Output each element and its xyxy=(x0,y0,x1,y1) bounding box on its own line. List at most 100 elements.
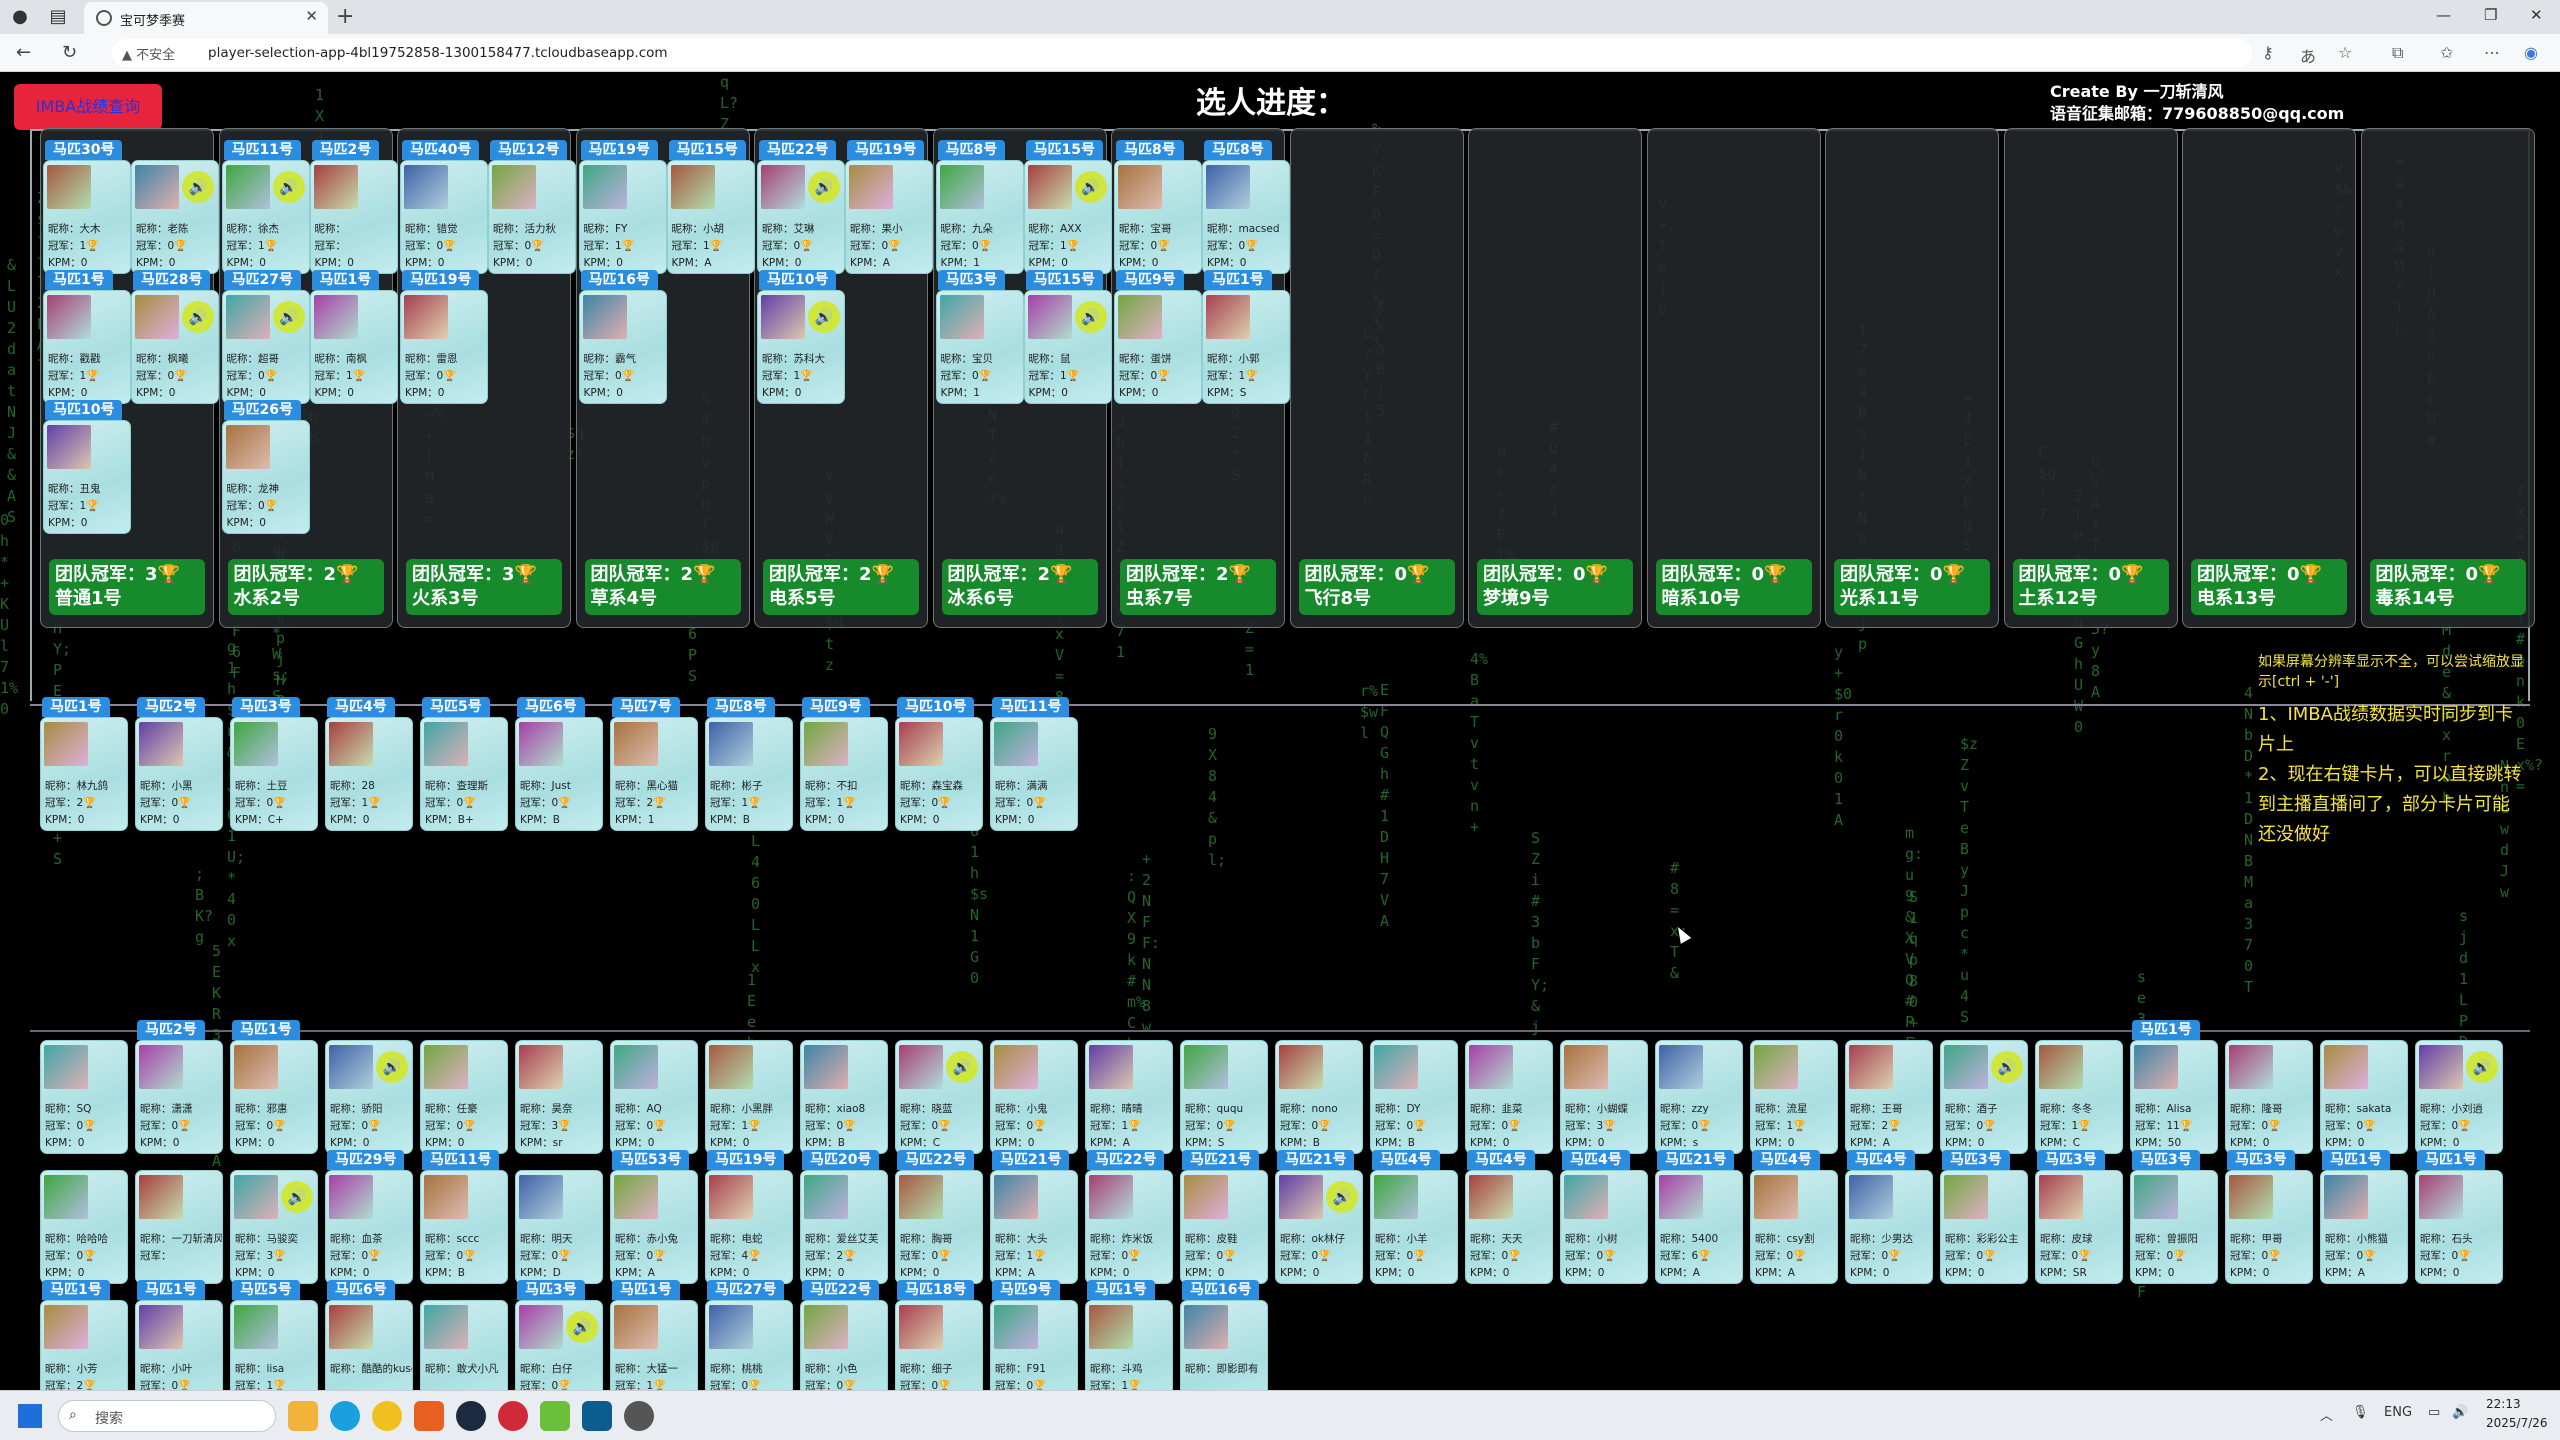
tab-actions-icon[interactable]: ▤ xyxy=(44,3,72,31)
player-card[interactable]: 昵称：天天 冠军：0🏆 KPM：0 xyxy=(1465,1170,1553,1284)
player-card[interactable]: 🔊 昵称：马骏奕 冠军：3🏆 KPM：0 xyxy=(230,1170,318,1284)
key-icon[interactable]: ⚷ xyxy=(2262,43,2274,62)
player-card[interactable]: 昵称：小黑 冠军：0🏆 KPM：0 xyxy=(135,717,223,831)
player-card[interactable]: 昵称：雷恩 冠军：0🏆 KPM：0 xyxy=(400,290,488,404)
player-card[interactable]: 昵称：小色 冠军：0🏆 xyxy=(800,1300,888,1390)
player-card[interactable]: 昵称：细子 冠军：0🏆 xyxy=(895,1300,983,1390)
player-card[interactable]: 昵称：即影即有 xyxy=(1180,1300,1268,1390)
speaker-icon[interactable]: 🔊 xyxy=(1074,171,1107,203)
volume-icon[interactable]: 🔊 xyxy=(2452,1405,2468,1420)
speaker-icon[interactable]: 🔊 xyxy=(272,301,305,333)
player-card[interactable]: 昵称：森宝森 冠军：0🏆 KPM：0 xyxy=(895,717,983,831)
player-card[interactable]: 昵称：桃桃 冠军：0🏆 xyxy=(705,1300,793,1390)
player-card[interactable]: 昵称：酷酷的kusoo xyxy=(325,1300,413,1390)
player-card[interactable]: 昵称：xiao8 冠军：0🏆 KPM：B xyxy=(800,1040,888,1154)
player-card[interactable]: 昵称：csy割 冠军：0🏆 KPM：A xyxy=(1750,1170,1838,1284)
restore-icon[interactable]: ❐ xyxy=(2484,6,2497,24)
more-icon[interactable]: ⋯ xyxy=(2484,43,2500,62)
player-card[interactable]: 昵称：小蝴蝶 冠军：3🏆 KPM：0 xyxy=(1560,1040,1648,1154)
player-card[interactable]: 昵称：霸气 冠军：0🏆 KPM：0 xyxy=(578,290,667,404)
player-card[interactable]: 昵称：小郭 冠军：1🏆 KPM：S xyxy=(1202,290,1290,404)
player-card[interactable]: 昵称：彩彩公主 冠军：0🏆 KPM：0 xyxy=(1940,1170,2028,1284)
player-card[interactable]: 昵称：5400 冠军：6🏆 KPM：A xyxy=(1655,1170,1743,1284)
close-window-icon[interactable]: ✕ xyxy=(2530,6,2543,24)
browser-tab[interactable]: 宝可梦季赛 ✕ xyxy=(84,2,328,34)
player-card[interactable]: 🔊 昵称：酒子 冠军：0🏆 KPM：0 xyxy=(1940,1040,2028,1154)
player-card[interactable]: 昵称： 冠军： KPM：0 xyxy=(309,160,398,274)
player-card[interactable]: 昵称：少男达 冠军：0🏆 KPM：0 xyxy=(1845,1170,1933,1284)
app-icon[interactable] xyxy=(540,1401,570,1431)
player-card[interactable]: 🔊 昵称：鼠 冠军：1🏆 KPM：0 xyxy=(1023,290,1112,404)
player-card[interactable]: 昵称：哈哈哈 冠军：0🏆 KPM：0 xyxy=(40,1170,128,1284)
player-card[interactable]: 🔊 昵称：老陈 冠军：0🏆 KPM：0 xyxy=(131,160,219,274)
profile-icon[interactable]: ● xyxy=(6,3,34,31)
player-card[interactable]: 昵称：斗鸡 冠军：1🏆 xyxy=(1085,1300,1173,1390)
favorite-star-icon[interactable]: ☆ xyxy=(2338,43,2352,62)
language-indicator[interactable]: ENG xyxy=(2384,1405,2412,1420)
player-card[interactable]: 昵称：土豆 冠军：0🏆 KPM：C+ xyxy=(230,717,318,831)
player-card[interactable]: 昵称：FY 冠军：1🏆 KPM：0 xyxy=(578,160,667,274)
player-card[interactable]: 🔊 昵称：小刘逍 冠军：0🏆 KPM：0 xyxy=(2415,1040,2503,1154)
player-card[interactable]: 昵称：不扣 冠军：1🏆 KPM：0 xyxy=(800,717,888,831)
player-card[interactable]: 昵称：曾振阳 冠军：0🏆 KPM：0 xyxy=(2130,1170,2218,1284)
extensions-icon[interactable]: ⧉ xyxy=(2392,43,2403,63)
network-icon[interactable]: ▭ xyxy=(2428,1405,2440,1420)
reload-icon[interactable]: ↻ xyxy=(62,42,77,63)
player-card[interactable]: 昵称：明天 冠军：0🏆 KPM：D xyxy=(515,1170,603,1284)
player-card[interactable]: 昵称：昊奈 冠军：3🏆 KPM：sr xyxy=(515,1040,603,1154)
speaker-icon[interactable]: 🔊 xyxy=(946,1051,978,1083)
player-card[interactable]: 🔊 昵称：骄阳 冠军：0🏆 KPM：0 xyxy=(325,1040,413,1154)
app-icon[interactable] xyxy=(372,1401,402,1431)
player-card[interactable]: 昵称：冬冬 冠军：1🏆 KPM：C xyxy=(2035,1040,2123,1154)
back-icon[interactable]: ← xyxy=(16,42,31,63)
player-card[interactable]: 🔊 昵称：艾琳 冠军：0🏆 KPM：0 xyxy=(757,160,845,274)
player-card[interactable]: 🔊 昵称：白仔 冠军：0🏆 xyxy=(515,1300,603,1390)
player-card[interactable]: 🔊 昵称：枫曦 冠军：0🏆 KPM：0 xyxy=(131,290,219,404)
player-card[interactable]: 昵称：查理斯 冠军：0🏆 KPM：B+ xyxy=(420,717,508,831)
player-card[interactable]: 昵称：ququ 冠军：0🏆 KPM：S xyxy=(1180,1040,1268,1154)
player-card[interactable]: 昵称：小羊 冠军：0🏆 KPM：0 xyxy=(1370,1170,1458,1284)
speaker-icon[interactable]: 🔊 xyxy=(566,1311,598,1343)
app-icon[interactable] xyxy=(582,1401,612,1431)
player-card[interactable]: 昵称：满满 冠军：0🏆 KPM：0 xyxy=(990,717,1078,831)
player-card[interactable]: 🔊 昵称：超哥 冠军：0🏆 KPM：0 xyxy=(221,290,310,404)
player-card[interactable]: 昵称：28 冠军：1🏆 KPM：0 xyxy=(325,717,413,831)
player-card[interactable]: 昵称：炸米饭 冠军：0🏆 KPM：0 xyxy=(1085,1170,1173,1284)
player-card[interactable]: 昵称：戳戳 冠军：1🏆 KPM：0 xyxy=(43,290,131,404)
player-card[interactable]: 🔊 昵称：晓蓝 冠军：0🏆 KPM：C xyxy=(895,1040,983,1154)
player-card[interactable]: 昵称：爱丝艾芙 冠军：2🏆 KPM：0 xyxy=(800,1170,888,1284)
speaker-icon[interactable]: 🔊 xyxy=(1991,1051,2023,1083)
player-card[interactable]: 昵称：血茶 冠军：0🏆 KPM：0 xyxy=(325,1170,413,1284)
player-card[interactable]: 昵称：小鬼 冠军：0🏆 KPM：0 xyxy=(990,1040,1078,1154)
player-card[interactable]: 昵称：lisa 冠军：1🏆 xyxy=(230,1300,318,1390)
player-card[interactable]: 昵称：Just 冠军：0🏆 KPM：B xyxy=(515,717,603,831)
windows-start-icon[interactable] xyxy=(18,1404,42,1428)
player-card[interactable]: 昵称：电蛇 冠军：4🏆 KPM：0 xyxy=(705,1170,793,1284)
file-explorer-icon[interactable] xyxy=(288,1401,318,1431)
speaker-icon[interactable]: 🔊 xyxy=(182,171,214,203)
player-card[interactable]: 昵称：流星 冠军：1🏆 KPM：0 xyxy=(1750,1040,1838,1154)
player-card[interactable]: 昵称：大猛一 冠军：1🏆 xyxy=(610,1300,698,1390)
copilot-icon[interactable]: ◉ xyxy=(2524,43,2538,62)
player-card[interactable]: 昵称：南枫 冠军：1🏆 KPM：0 xyxy=(309,290,398,404)
app-icon[interactable] xyxy=(624,1401,654,1431)
player-card[interactable]: 昵称：小胡 冠军：1🏆 KPM：A xyxy=(666,160,755,274)
speaker-icon[interactable]: 🔊 xyxy=(808,171,840,203)
player-card[interactable]: 昵称：sccc 冠军：0🏆 KPM：B xyxy=(420,1170,508,1284)
player-card[interactable]: 昵称：黑心猫 冠军：2🏆 KPM：1 xyxy=(610,717,698,831)
speaker-icon[interactable]: 🔊 xyxy=(376,1051,408,1083)
player-card[interactable]: 昵称：石头 冠军：0🏆 KPM：0 xyxy=(2415,1170,2503,1284)
speaker-icon[interactable]: 🔊 xyxy=(281,1181,313,1213)
player-card[interactable]: 昵称：小叶 冠军：0🏆 xyxy=(135,1300,223,1390)
player-card[interactable]: 昵称：韭菜 冠军：0🏆 KPM：0 xyxy=(1465,1040,1553,1154)
mic-icon[interactable]: 🎙 xyxy=(2352,1405,2369,1420)
player-card[interactable]: 🔊 昵称：苏科大 冠军：1🏆 KPM：0 xyxy=(757,290,845,404)
player-card[interactable]: 🔊 昵称：ok林仔 冠军：0🏆 KPM：0 xyxy=(1275,1170,1363,1284)
edge-icon[interactable] xyxy=(330,1401,360,1431)
player-card[interactable]: 昵称：王哥 冠军：2🏆 KPM：A xyxy=(1845,1040,1933,1154)
player-card[interactable]: 昵称：晴晴 冠军：1🏆 KPM：A xyxy=(1085,1040,1173,1154)
player-card[interactable]: 昵称：九朵 冠军：0🏆 KPM：1 xyxy=(935,160,1024,274)
clock-time[interactable]: 22:13 xyxy=(2486,1397,2521,1411)
speaker-icon[interactable]: 🔊 xyxy=(1074,301,1107,333)
close-tab-icon[interactable]: ✕ xyxy=(305,7,318,25)
